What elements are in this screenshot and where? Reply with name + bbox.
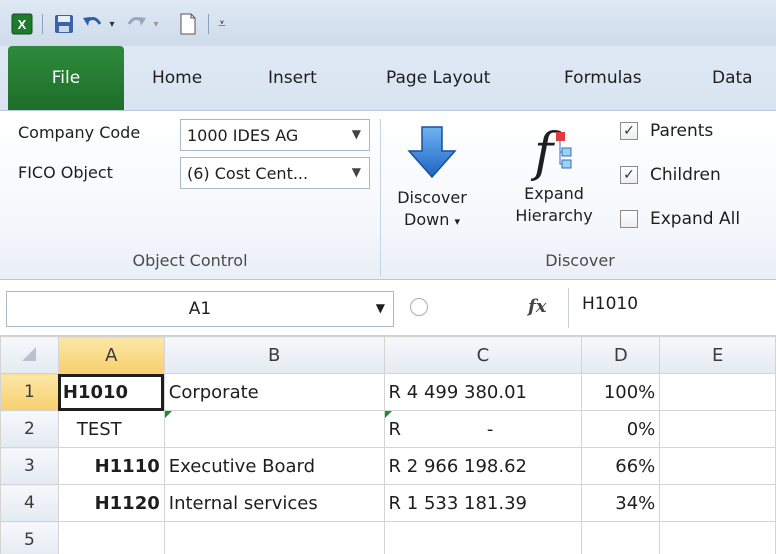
expand-all-checkbox[interactable]: Expand All (620, 209, 740, 229)
redo-icon[interactable] (124, 12, 148, 36)
table-row: 2 TEST R - 0% (0, 410, 776, 448)
children-checkbox[interactable]: ✓ Children (620, 165, 721, 185)
cell-e4[interactable] (659, 484, 776, 522)
chevron-down-icon: ▼ (351, 165, 361, 179)
company-code-label: Company Code (18, 123, 141, 142)
tab-home[interactable]: Home (152, 46, 202, 110)
insert-function-icon[interactable]: fx (528, 296, 546, 317)
row-header[interactable]: 3 (0, 447, 59, 485)
name-box-value: A1 (188, 299, 212, 319)
company-code-value: 1000 IDES AG (187, 125, 299, 145)
cell-a2[interactable]: TEST (57, 410, 165, 448)
name-box[interactable]: A1 ▼ (6, 291, 394, 327)
tab-data[interactable]: Data (712, 46, 753, 110)
chevron-down-icon: ▼ (375, 301, 385, 315)
group-title-discover: Discover (545, 251, 615, 270)
children-label: Children (650, 165, 721, 185)
select-all-corner[interactable] (0, 336, 59, 374)
column-header-a[interactable]: A (57, 336, 165, 374)
cell-d1[interactable]: 100% (581, 373, 661, 411)
cell-a5[interactable] (57, 521, 165, 554)
cell-b4[interactable]: Internal services (163, 484, 385, 522)
fico-object-combo[interactable]: (6) Cost Cent... ▼ (180, 157, 370, 189)
quick-access-toolbar: X ▾ ▾ ⩡ (0, 0, 776, 46)
cell-d4[interactable]: 34% (581, 484, 661, 522)
expand-hierarchy-label-2: Hierarchy (515, 206, 593, 225)
column-header-row: A B C D E (0, 336, 776, 374)
column-header-d[interactable]: D (581, 336, 661, 374)
cell-e1[interactable] (659, 373, 776, 411)
chevron-down-icon: ▼ (351, 127, 361, 141)
undo-dropdown-icon[interactable]: ▾ (106, 12, 118, 36)
ribbon: Company Code 1000 IDES AG ▼ FICO Object … (0, 110, 776, 280)
cell-a4[interactable]: H1120 (57, 484, 165, 522)
cell-e3[interactable] (659, 447, 776, 485)
cell-c5[interactable] (383, 521, 583, 554)
checkmark-icon: ✓ (620, 122, 638, 140)
group-title-object-control: Object Control (132, 251, 248, 270)
customize-icon[interactable]: ⩡ (214, 12, 230, 36)
hierarchy-function-icon: f (500, 113, 608, 187)
row-header[interactable]: 1 (0, 373, 59, 411)
formula-bar: A1 ▼ fx H1010 (0, 280, 776, 336)
ribbon-tabs: File Home Insert Page Layout Formulas Da… (0, 46, 776, 110)
cell-e2[interactable] (659, 410, 776, 448)
row-header[interactable]: 5 (0, 521, 59, 554)
spreadsheet-table: A B C D E 1 H1010 Corporate R 4 499 380.… (0, 336, 776, 554)
excel-icon[interactable]: X (10, 12, 34, 36)
row-header[interactable]: 2 (0, 410, 59, 448)
tab-file[interactable]: File (8, 46, 124, 110)
svg-text:f: f (530, 123, 561, 182)
discover-down-label-1: Discover (397, 188, 467, 207)
cell-c4[interactable]: R 1 533 181.39 (383, 484, 583, 522)
cell-a3[interactable]: H1110 (57, 447, 165, 485)
table-row: 3 H1110 Executive Board R 2 966 198.62 6… (0, 447, 776, 485)
cell-d5[interactable] (581, 521, 661, 554)
table-row: 1 H1010 Corporate R 4 499 380.01 100% (0, 373, 776, 411)
new-doc-icon[interactable] (176, 12, 200, 36)
discover-down-label-2: Down (404, 210, 450, 229)
column-header-e[interactable]: E (659, 336, 776, 374)
expand-hierarchy-button[interactable]: f Expand Hierarchy (500, 113, 608, 227)
tab-page-layout[interactable]: Page Layout (386, 46, 490, 110)
chevron-down-icon: ▾ (454, 215, 460, 228)
cell-b5[interactable] (163, 521, 385, 554)
expand-all-label: Expand All (650, 209, 741, 229)
row-header[interactable]: 4 (0, 484, 59, 522)
discover-down-button[interactable]: Discover Down ▾ (390, 117, 474, 233)
cell-e5[interactable] (659, 521, 776, 554)
cell-d2[interactable]: 0% (581, 410, 661, 448)
cell-d3[interactable]: 66% (581, 447, 661, 485)
company-code-combo[interactable]: 1000 IDES AG ▼ (180, 119, 370, 151)
empty-checkbox-icon (620, 210, 638, 228)
tab-insert[interactable]: Insert (268, 46, 317, 110)
cell-b3[interactable]: Executive Board (163, 447, 385, 485)
table-row: 5 (0, 521, 776, 554)
column-header-c[interactable]: C (383, 336, 583, 374)
cell-c3[interactable]: R 2 966 198.62 (383, 447, 583, 485)
fico-object-label: FICO Object (18, 163, 113, 182)
cell-b1[interactable]: Corporate (163, 373, 385, 411)
cell-b2[interactable] (163, 410, 385, 448)
down-arrow-icon (390, 117, 474, 187)
formula-input[interactable]: H1010 (582, 294, 638, 314)
cell-a1[interactable]: H1010 (57, 373, 165, 411)
parents-checkbox[interactable]: ✓ Parents (620, 121, 713, 141)
worksheet-grid: A B C D E 1 H1010 Corporate R 4 499 380.… (0, 336, 776, 554)
undo-icon[interactable] (80, 12, 106, 36)
expand-hierarchy-label-1: Expand (524, 184, 584, 203)
column-header-b[interactable]: B (163, 336, 385, 374)
cell-c1[interactable]: R 4 499 380.01 (383, 373, 583, 411)
checkmark-icon: ✓ (620, 166, 638, 184)
fico-object-value: (6) Cost Cent... (187, 163, 309, 183)
svg-text:X: X (18, 17, 27, 32)
save-icon[interactable] (52, 12, 76, 36)
cell-c2[interactable]: R - (383, 410, 583, 448)
table-row: 4 H1120 Internal services R 1 533 181.39… (0, 484, 776, 522)
tab-formulas[interactable]: Formulas (564, 46, 642, 110)
parents-label: Parents (650, 121, 714, 141)
cancel-icon[interactable] (410, 298, 428, 316)
redo-dropdown-icon[interactable]: ▾ (150, 12, 162, 36)
